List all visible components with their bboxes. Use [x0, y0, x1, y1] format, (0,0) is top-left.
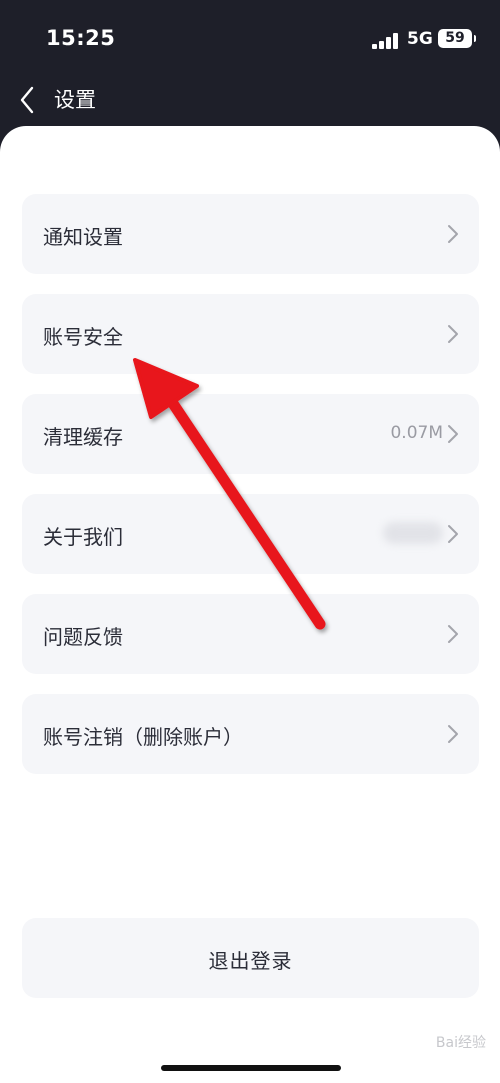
settings-item-about-us[interactable]: 关于我们: [22, 494, 479, 574]
settings-item-clear-cache[interactable]: 清理缓存 0.07M: [22, 394, 479, 474]
chevron-right-icon: [448, 725, 458, 743]
home-indicator[interactable]: [161, 1065, 341, 1071]
settings-sheet: 通知设置 账号安全 清理缓存 0.07M 关于我们 问题反馈 账号注销（删除账户…: [0, 126, 500, 1083]
network-type: 5G: [407, 29, 433, 49]
settings-item-notifications[interactable]: 通知设置: [22, 194, 479, 274]
battery-icon: 59: [438, 29, 476, 48]
settings-item-label: 账号注销（删除账户）: [43, 725, 243, 749]
back-chevron-icon[interactable]: [14, 82, 40, 118]
settings-item-delete-account[interactable]: 账号注销（删除账户）: [22, 694, 479, 774]
page-title: 设置: [54, 88, 96, 112]
watermark: Bai经验: [435, 1035, 486, 1051]
chevron-right-icon: [448, 325, 458, 343]
settings-item-account-security[interactable]: 账号安全: [22, 294, 479, 374]
chevron-right-icon: [448, 425, 458, 443]
settings-item-label: 问题反馈: [43, 625, 123, 649]
chevron-right-icon: [448, 225, 458, 243]
settings-item-feedback[interactable]: 问题反馈: [22, 594, 479, 674]
cellular-signal-icon: [372, 33, 398, 49]
settings-item-label: 清理缓存: [43, 425, 123, 449]
settings-item-label: 通知设置: [43, 225, 123, 249]
navigation-bar: 设置: [0, 78, 500, 126]
blurred-version-value: [383, 522, 443, 544]
settings-item-label: 关于我们: [43, 525, 123, 549]
chevron-right-icon: [448, 525, 458, 543]
logout-label: 退出登录: [208, 949, 293, 973]
status-time: 15:25: [46, 26, 116, 50]
chevron-right-icon: [448, 625, 458, 643]
status-bar: 15:25 5G 59: [0, 0, 500, 78]
settings-item-label: 账号安全: [43, 325, 123, 349]
cache-size-value: 0.07M: [390, 423, 443, 443]
logout-button[interactable]: 退出登录: [22, 918, 479, 998]
